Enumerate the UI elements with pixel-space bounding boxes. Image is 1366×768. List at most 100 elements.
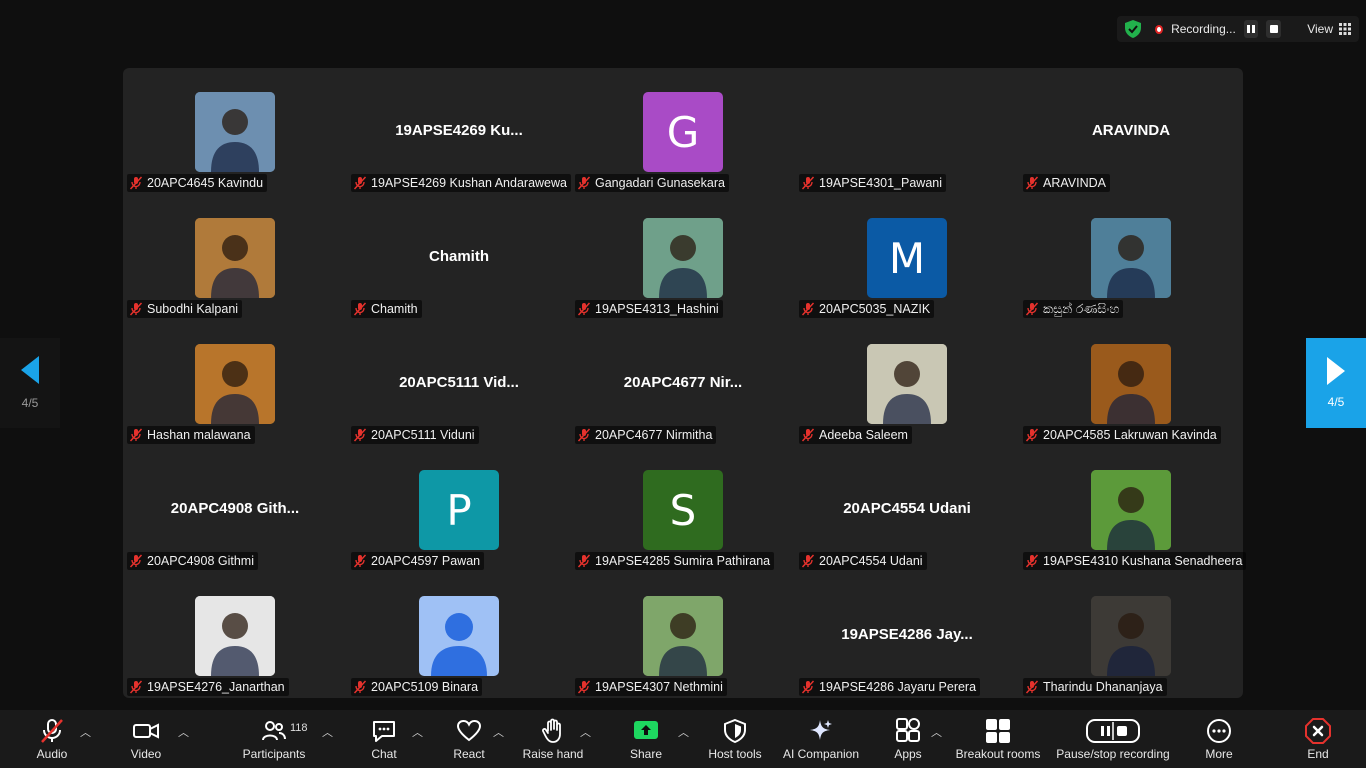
participant-tile[interactable]: 20APC4908 Gith... 20APC4908 Githmi xyxy=(123,446,347,572)
end-meeting-icon xyxy=(1303,717,1333,745)
participant-tile[interactable]: Subodhi Kalpani xyxy=(123,194,347,320)
microphone-muted-icon xyxy=(1025,176,1039,190)
end-meeting-button[interactable]: End xyxy=(1298,710,1338,768)
participant-tile[interactable]: S 19APSE4285 Sumira Pathirana xyxy=(571,446,795,572)
participant-name: 20APC4597 Pawan xyxy=(371,554,481,568)
view-button[interactable]: View xyxy=(1307,22,1351,36)
avatar-letter: P xyxy=(446,485,472,535)
video-button[interactable]: Video xyxy=(124,710,168,768)
raise-hand-button[interactable]: Raise hand xyxy=(522,710,584,768)
pause-stop-recording-button[interactable]: Pause/stop recording xyxy=(1054,710,1172,768)
participant-name-label: 20APC5111 Viduni xyxy=(351,426,479,444)
breakout-rooms-button[interactable]: Breakout rooms xyxy=(954,710,1042,768)
participant-name-label: 20APC4645 Kavindu xyxy=(127,174,268,192)
avatar-letter: M xyxy=(888,233,926,283)
participant-tile[interactable]: 19APSE4310 Kushana Senadheera xyxy=(1019,446,1247,572)
participants-button[interactable]: Participants xyxy=(240,710,308,768)
previous-page-button[interactable]: 4/5 xyxy=(0,338,60,428)
participant-tile[interactable]: 19APSE4313_Hashini xyxy=(571,194,795,320)
participant-name: 20APC4677 Nirmitha xyxy=(595,428,713,442)
share-label: Share xyxy=(629,747,663,761)
heart-icon xyxy=(454,717,484,745)
participants-options-chevron-icon[interactable]: ︿ xyxy=(322,724,333,740)
participant-name: ARAVINDA xyxy=(1043,176,1106,190)
participant-tile[interactable]: 19APSE4286 Jay... 19APSE4286 Jayaru Perer… xyxy=(795,572,1019,698)
avatar-initial: P xyxy=(419,470,499,550)
chat-bubble-icon xyxy=(369,717,399,745)
microphone-muted-icon xyxy=(1025,680,1039,694)
share-options-chevron-icon[interactable]: ︿ xyxy=(678,724,689,740)
participant-name: Chamith xyxy=(371,302,418,316)
chat-options-chevron-icon[interactable]: ︿ xyxy=(412,724,423,740)
participant-tile[interactable]: Adeeba Saleem xyxy=(795,320,1019,446)
participant-name-label: 19APSE4285 Sumira Pathirana xyxy=(575,552,775,570)
participant-name-label: 20APC4597 Pawan xyxy=(351,552,485,570)
avatar-letter: G xyxy=(666,107,700,157)
arrow-left-icon xyxy=(21,356,39,384)
next-page-button[interactable]: 4/5 xyxy=(1306,338,1366,428)
microphone-muted-icon xyxy=(353,176,367,190)
participant-name-label: 19APSE4310 Kushana Senadheera xyxy=(1023,552,1247,570)
participant-photo xyxy=(643,596,723,676)
participant-tile[interactable]: Tharindu Dhananjaya xyxy=(1019,572,1243,698)
ai-sparkle-icon xyxy=(806,717,836,745)
audio-button[interactable]: Audio xyxy=(30,710,74,768)
participant-tile[interactable]: 20APC5109 Binara xyxy=(347,572,571,698)
microphone-muted-icon xyxy=(801,302,815,316)
participant-display-name: 20APC4908 Gith... xyxy=(170,500,300,517)
participant-name-label: 19APSE4269 Kushan Andarawewa xyxy=(351,174,571,192)
participant-tile[interactable]: 20APC4677 Nir... 20APC4677 Nirmitha xyxy=(571,320,795,446)
participant-name-label: 20APC5109 Binara xyxy=(351,678,483,696)
avatar-initial: S xyxy=(643,470,723,550)
stop-recording-button[interactable] xyxy=(1266,20,1282,38)
pause-recording-button[interactable] xyxy=(1243,20,1259,38)
participant-tile[interactable]: 19APSE4269 Ku... 19APSE4269 Kushan Andara… xyxy=(347,68,571,194)
microphone-muted-icon xyxy=(577,554,591,568)
participant-tile[interactable]: 20APC4645 Kavindu xyxy=(123,68,347,194)
participant-name-label: 20APC4908 Githmi xyxy=(127,552,259,570)
chat-button[interactable]: Chat xyxy=(364,710,404,768)
microphone-muted-icon xyxy=(129,428,143,442)
participant-name: 20APC4645 Kavindu xyxy=(147,176,264,190)
default-avatar-icon xyxy=(419,596,499,676)
ai-companion-button[interactable]: AI Companion xyxy=(782,710,860,768)
breakout-rooms-label: Breakout rooms xyxy=(955,747,1041,761)
participant-tile[interactable]: G Gangadari Gunasekara xyxy=(571,68,795,194)
share-button[interactable]: Share xyxy=(626,710,666,768)
apps-button[interactable]: Apps xyxy=(888,710,928,768)
participant-tile[interactable]: 19APSE4307 Nethmini xyxy=(571,572,795,698)
participant-tile[interactable]: M 20APC5035_NAZIK xyxy=(795,194,1019,320)
recording-controls-icon xyxy=(1083,717,1143,745)
participant-display-name: 19APSE4269 Ku... xyxy=(395,122,523,139)
react-button[interactable]: React xyxy=(448,710,490,768)
microphone-muted-icon xyxy=(577,302,591,316)
page-indicator: 4/5 xyxy=(1327,395,1345,409)
participant-tile[interactable]: 20APC4554 Udani 20APC4554 Udani xyxy=(795,446,1019,572)
audio-options-chevron-icon[interactable]: ︿ xyxy=(80,724,91,740)
microphone-muted-icon xyxy=(353,680,367,694)
recording-status-text: Recording... xyxy=(1171,22,1236,36)
participant-tile[interactable]: P 20APC4597 Pawan xyxy=(347,446,571,572)
host-tools-button[interactable]: Host tools xyxy=(706,710,764,768)
participant-name-label: Tharindu Dhananjaya xyxy=(1023,678,1167,696)
participant-tile[interactable]: කසුන් රණසිංහ xyxy=(1019,194,1243,320)
participant-tile[interactable]: 20APC4585 Lakruwan Kavinda xyxy=(1019,320,1243,446)
host-tools-shield-icon xyxy=(720,717,750,745)
participant-tile[interactable]: Chamith Chamith xyxy=(347,194,571,320)
raise-hand-options-chevron-icon[interactable]: ︿ xyxy=(580,724,591,740)
participant-name: 19APSE4269 Kushan Andarawewa xyxy=(371,176,567,190)
participant-tile[interactable]: 19APSE4276_Janarthan xyxy=(123,572,347,698)
microphone-muted-icon xyxy=(129,176,143,190)
more-button[interactable]: More xyxy=(1198,710,1240,768)
participant-tile[interactable]: ARAVINDA ARAVINDA xyxy=(1019,68,1243,194)
apps-options-chevron-icon[interactable]: ︿ xyxy=(931,724,942,740)
participant-name-label: 19APSE4276_Janarthan xyxy=(127,678,289,696)
react-options-chevron-icon[interactable]: ︿ xyxy=(493,724,504,740)
encryption-shield-icon[interactable] xyxy=(1125,20,1141,38)
participant-tile[interactable]: 19APSE4301_Pawani xyxy=(795,68,1019,194)
participant-tile[interactable]: 20APC5111 Vid... 20APC5111 Viduni xyxy=(347,320,571,446)
video-options-chevron-icon[interactable]: ︿ xyxy=(178,724,189,740)
participant-tile[interactable]: Hashan malawana xyxy=(123,320,347,446)
breakout-rooms-icon xyxy=(983,717,1013,745)
participants-icon xyxy=(259,717,289,745)
